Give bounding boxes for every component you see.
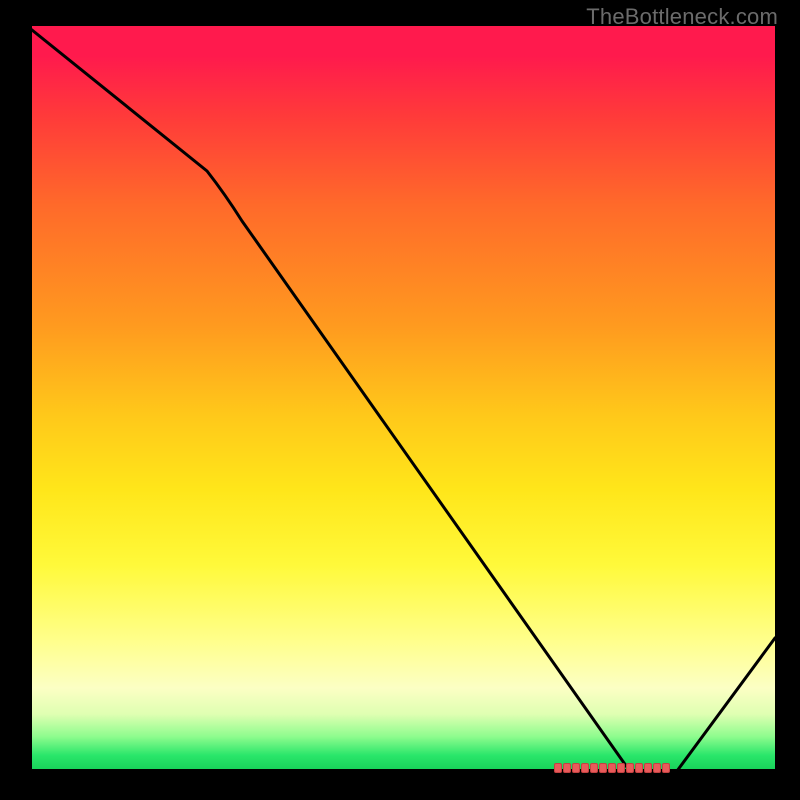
optimal-range-dot	[599, 763, 607, 773]
chart-stage: TheBottleneck.com	[0, 0, 800, 800]
optimal-range-dot	[644, 763, 652, 773]
watermark-text: TheBottleneck.com	[586, 4, 778, 30]
optimal-range-dot	[581, 763, 589, 773]
y-axis	[27, 26, 32, 774]
optimal-range-dot	[608, 763, 616, 773]
optimal-range-dot	[653, 763, 661, 773]
optimal-range-dot	[617, 763, 625, 773]
optimal-range-dot	[563, 763, 571, 773]
optimal-range-dot	[572, 763, 580, 773]
optimal-range-dot	[590, 763, 598, 773]
optimal-range-dot	[635, 763, 643, 773]
optimal-range-dot	[626, 763, 634, 773]
optimal-range-marker	[554, 763, 670, 773]
optimal-range-dot	[554, 763, 562, 773]
optimal-range-dot	[662, 763, 670, 773]
chart-plot-area	[27, 26, 775, 774]
